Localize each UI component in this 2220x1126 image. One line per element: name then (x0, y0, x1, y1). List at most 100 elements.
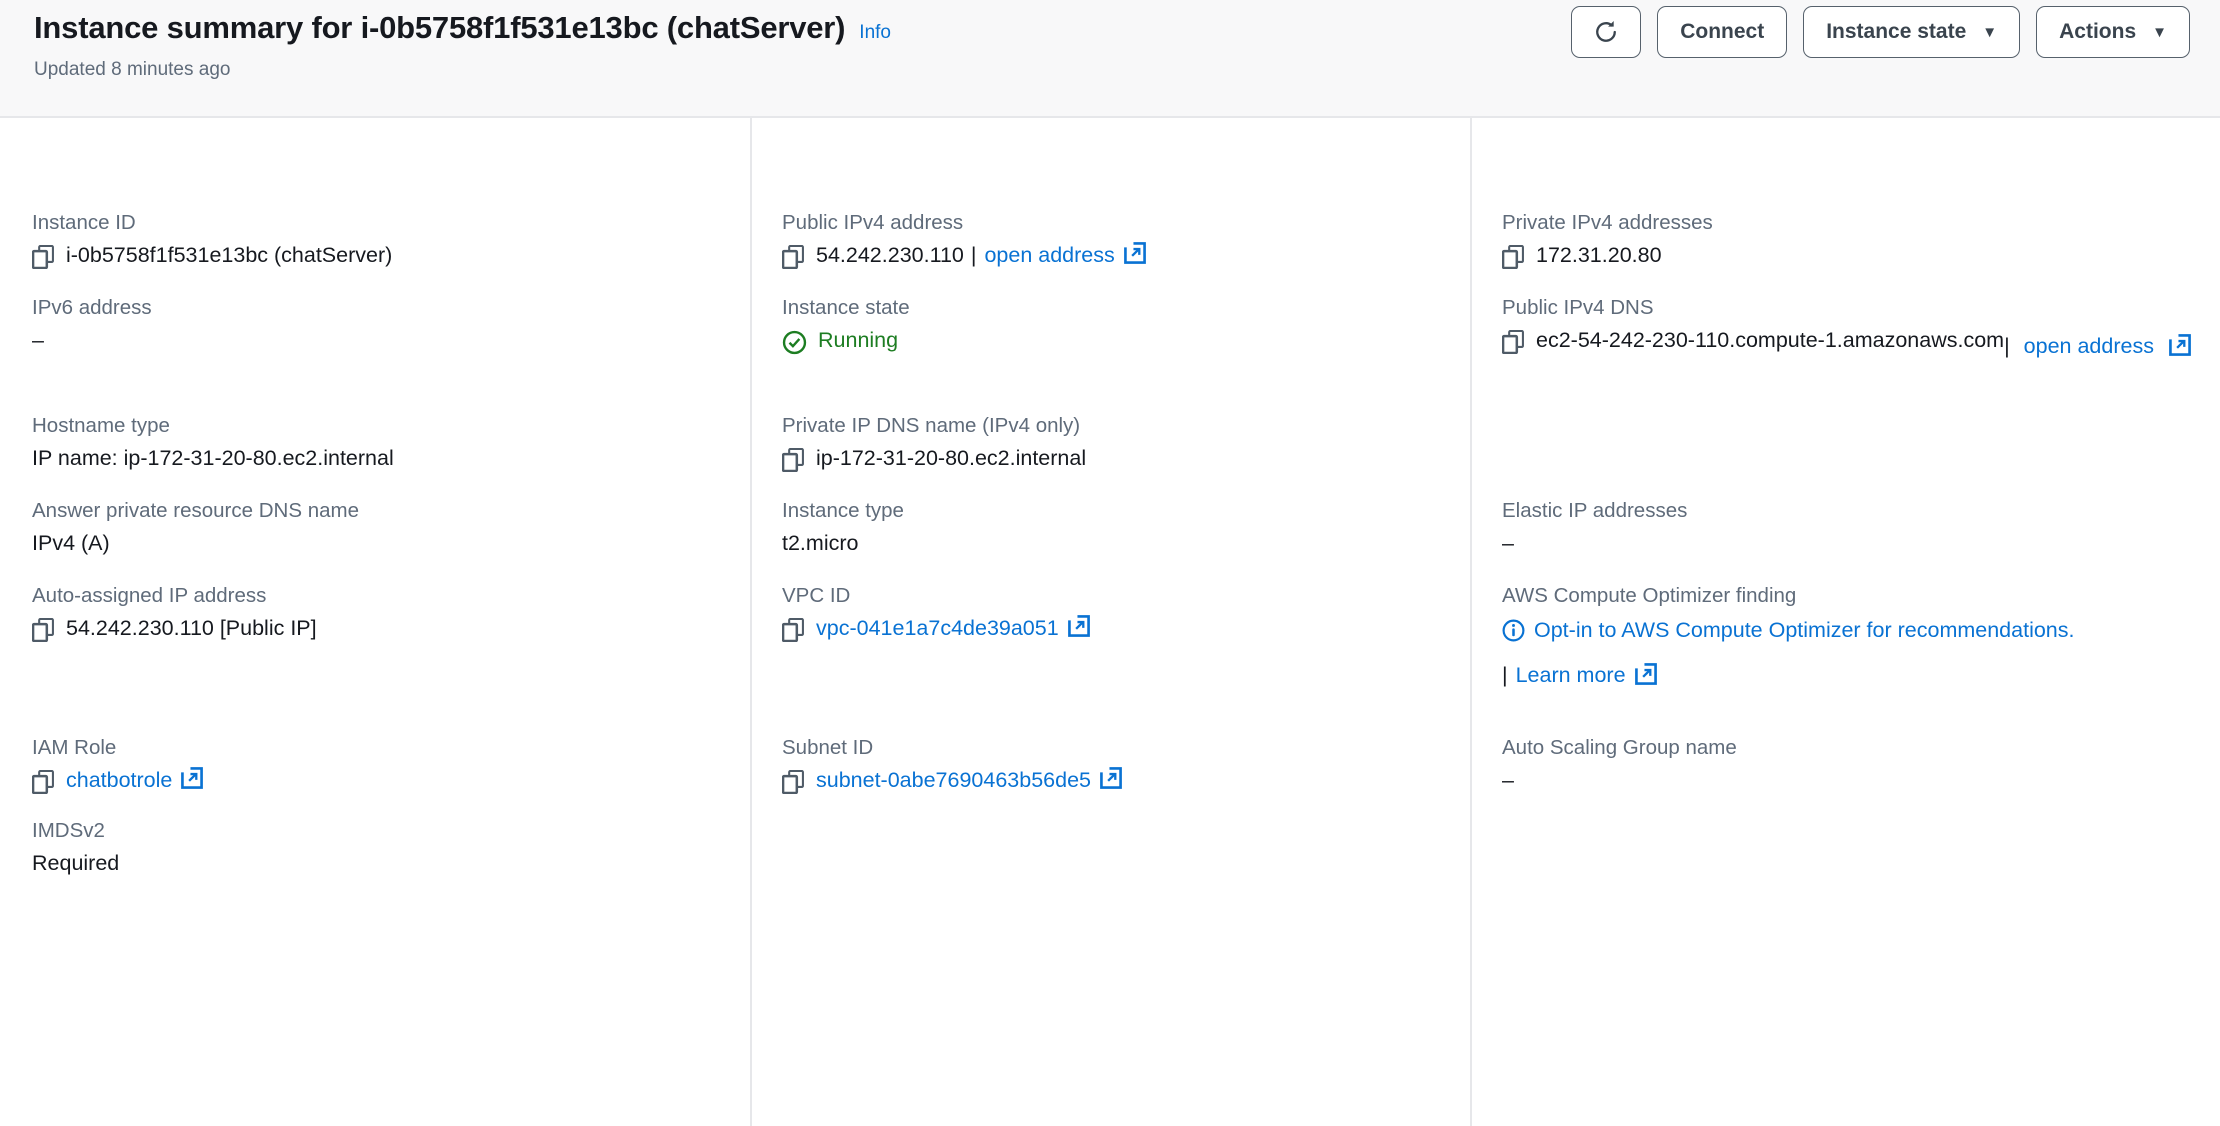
external-link-icon[interactable] (1067, 614, 1090, 637)
value-separator: | (1502, 663, 1508, 688)
field-label: Auto Scaling Group name (1502, 736, 1737, 759)
value-separator: | (970, 242, 977, 267)
field-label: Instance ID (32, 211, 136, 234)
header-actions: Connect Instance state ▼ Actions ▼ (1571, 6, 2190, 58)
field-label: Public IPv4 DNS (1502, 296, 1654, 319)
external-link-icon[interactable] (181, 766, 204, 789)
info-link[interactable]: Info (859, 22, 891, 44)
chevron-down-icon: ▼ (1982, 23, 1998, 41)
field-label: Elastic IP addresses (1502, 499, 1688, 522)
empty-value: – (1502, 767, 1514, 792)
updated-timestamp: Updated 8 minutes ago (34, 59, 231, 80)
copy-icon[interactable] (31, 617, 54, 642)
field-text: 172.31.20.80 (1536, 242, 1662, 267)
panel-header: Instance summary for i-0b5758f1f531e13bc… (0, 0, 2220, 118)
summary-field: Public IPv4 address 54.242.230.110 | open … (781, 210, 1146, 270)
learn-more-link[interactable]: Learn more (1516, 663, 1626, 687)
open-address-link[interactable]: open address (984, 242, 1114, 270)
copy-icon[interactable] (1501, 244, 1524, 269)
empty-value: – (32, 327, 44, 352)
summary-field: IMDSv2 Required (32, 818, 119, 878)
summary-field: AWS Compute Optimizer finding Opt-in to … (1502, 583, 2074, 690)
summary-field: Private IP DNS name (IPv4 only) ip-172-3… (781, 413, 1087, 473)
field-label: Hostname type (32, 414, 170, 437)
field-label: Subnet ID (782, 736, 874, 759)
field-label: IPv6 address (32, 296, 152, 319)
copy-icon[interactable] (781, 617, 804, 642)
field-value: ip-172-31-20-80.ec2.internal (781, 445, 1087, 473)
field-link[interactable]: subnet-0abe7690463b56de5 (816, 767, 1091, 795)
field-value: 172.31.20.80 (1501, 242, 1713, 270)
external-link-icon[interactable] (1123, 241, 1146, 264)
refresh-icon (1592, 18, 1620, 46)
field-value: IPv4 (A) (32, 530, 359, 558)
field-text: ec2-54-242-230-110.compute-1.amazonaws.c… (1536, 327, 2005, 352)
check-circle-icon (782, 330, 807, 355)
optimizer-opt-in-link[interactable]: Opt-in to AWS Compute Optimizer for reco… (1534, 615, 2074, 646)
field-value: i-0b5758f1f531e13bc (chatServer) (31, 242, 392, 270)
connect-button[interactable]: Connect (1657, 6, 1788, 58)
title-row: Instance summary for i-0b5758f1f531e13bc… (34, 10, 891, 46)
refresh-button[interactable] (1571, 6, 1642, 58)
chevron-down-icon: ▼ (2152, 23, 2167, 41)
field-label: VPC ID (782, 584, 851, 607)
field-value: Running (782, 327, 910, 355)
field-link[interactable]: chatbotrole (66, 767, 172, 795)
optimizer-row: Opt-in to AWS Compute Optimizer for reco… (1502, 615, 2074, 646)
summary-field: Instance state Running (782, 295, 910, 355)
summary-column-2: Public IPv4 address 54.242.230.110 | open … (750, 118, 1470, 1126)
optimizer-finding: Opt-in to AWS Compute Optimizer for reco… (1502, 615, 2074, 690)
copy-icon[interactable] (781, 447, 804, 472)
field-label: Instance state (782, 296, 910, 319)
instance-state-button[interactable]: Instance state ▼ (1803, 6, 2021, 58)
summary-field: VPC ID vpc-041e1a7c4de39a051 (781, 583, 1090, 643)
field-text: Required (32, 850, 120, 875)
field-text: IPv4 (A) (32, 530, 110, 555)
learn-more-row: | Learn more (1502, 662, 2074, 690)
field-label: Private IPv4 addresses (1502, 211, 1713, 234)
external-link-icon[interactable] (1634, 663, 1657, 686)
field-text: IP name: ip-172-31-20-80.ec2.internal (32, 445, 394, 470)
external-link-icon[interactable] (1100, 766, 1122, 789)
field-label: Instance type (782, 499, 904, 522)
summary-field: Instance ID i-0b5758f1f531e13bc (chatSer… (31, 210, 392, 270)
field-label: IMDSv2 (32, 819, 105, 842)
field-text: 54.242.230.110 [Public IP] (66, 615, 317, 640)
copy-icon[interactable] (781, 769, 804, 794)
field-value: Opt-in to AWS Compute Optimizer for reco… (1502, 615, 2074, 690)
external-link-icon[interactable] (2169, 333, 2191, 356)
summary-field: Auto-assigned IP address 54.242.230.110 … (31, 583, 317, 643)
summary-field: Elastic IP addresses – (1502, 498, 1687, 558)
field-text: 54.242.230.110 (816, 242, 964, 267)
instance-summary-grid: Instance ID i-0b5758f1f531e13bc (chatSer… (0, 118, 2220, 1126)
connect-button-label: Connect (1680, 20, 1765, 43)
summary-field: IPv6 address – (32, 295, 152, 355)
field-label: AWS Compute Optimizer finding (1502, 584, 1797, 607)
summary-field: Public IPv4 DNS ec2-54-242-230-110.compu… (1501, 295, 2191, 361)
copy-icon[interactable] (781, 244, 804, 269)
field-link[interactable]: vpc-041e1a7c4de39a051 (816, 615, 1059, 643)
field-text: ip-172-31-20-80.ec2.internal (816, 445, 1087, 470)
copy-icon[interactable] (31, 769, 54, 794)
field-value: t2.micro (782, 530, 904, 558)
summary-field: Auto Scaling Group name – (1502, 735, 1737, 795)
field-label: Auto-assigned IP address (32, 584, 267, 607)
summary-field: IAM Role chatbotrole (31, 735, 204, 795)
instance-state-button-label: Instance state (1826, 20, 1967, 43)
field-text: t2.micro (782, 530, 859, 555)
field-label: IAM Role (32, 736, 117, 759)
actions-button[interactable]: Actions ▼ (2036, 6, 2190, 58)
field-value: – (1502, 530, 1687, 558)
summary-column-1: Instance ID i-0b5758f1f531e13bc (chatSer… (0, 118, 750, 1126)
field-value: IP name: ip-172-31-20-80.ec2.internal (32, 445, 394, 473)
summary-field: Private IPv4 addresses 172.31.20.80 (1501, 210, 1713, 270)
summary-field: Hostname type IP name: ip-172-31-20-80.ec… (32, 413, 394, 473)
page-title: Instance summary for i-0b5758f1f531e13bc… (34, 10, 846, 45)
copy-icon[interactable] (1501, 329, 1524, 354)
open-address-row: | open address (2004, 333, 2191, 361)
field-value: chatbotrole (31, 766, 204, 795)
field-value: – (32, 327, 152, 355)
copy-icon[interactable] (31, 244, 54, 269)
summary-field: Subnet ID subnet-0abe7690463b56de5 (781, 735, 1122, 795)
open-address-link[interactable]: open address (2024, 334, 2154, 358)
